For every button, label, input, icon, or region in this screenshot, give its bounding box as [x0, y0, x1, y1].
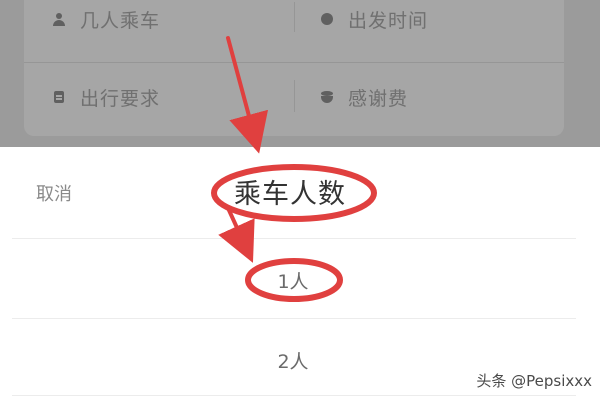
picker-divider — [12, 318, 576, 319]
form-column-divider — [294, 2, 295, 32]
cancel-button[interactable]: 取消 — [36, 180, 72, 206]
departure-time-label: 出发时间 — [348, 9, 429, 32]
coins-icon — [320, 90, 334, 104]
thank-you-fee-field[interactable]: 感谢费 — [320, 82, 408, 112]
picker-divider — [12, 238, 576, 239]
person-icon — [52, 12, 66, 26]
trip-requirements-field[interactable]: 出行要求 — [52, 82, 160, 112]
trip-requirements-label: 出行要求 — [80, 87, 161, 110]
picker-option-1[interactable]: 1人 — [193, 267, 393, 294]
note-icon — [52, 90, 66, 104]
passenger-count-label: 几人乘车 — [80, 9, 161, 32]
form-row-divider — [24, 62, 564, 63]
form-column-divider — [294, 80, 295, 112]
picker-divider — [12, 395, 576, 396]
departure-time-field[interactable]: 出发时间 — [320, 4, 428, 34]
thank-you-fee-label: 感谢费 — [348, 87, 409, 110]
watermark: 头条 @Pepsixxx — [476, 372, 592, 390]
picker-option-2[interactable]: 2人 — [193, 347, 393, 374]
passenger-count-field[interactable]: 几人乘车 — [52, 4, 160, 34]
clock-icon — [320, 12, 334, 26]
picker-title: 乘车人数 — [234, 179, 346, 210]
